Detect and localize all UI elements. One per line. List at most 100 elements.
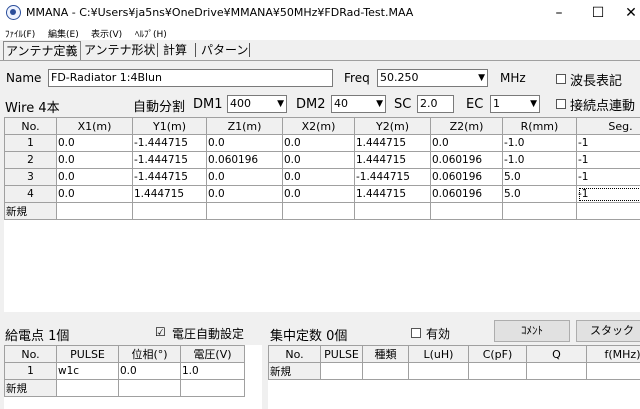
cell-x1[interactable]: 0.0 xyxy=(56,185,133,203)
freq-label: Freq xyxy=(344,71,370,85)
menu-file[interactable]: ﾌｧｲﾙ(F) xyxy=(5,27,35,40)
cell-seg[interactable]: -1 xyxy=(576,151,640,169)
cell-r[interactable]: -1.0 xyxy=(502,151,577,169)
tab-calculation[interactable]: 計算 xyxy=(161,41,189,59)
table-row[interactable]: 1 0.0 -1.444715 0.0 0.0 1.444715 0.0 -1.… xyxy=(4,134,640,152)
cell-z1[interactable]: 0.0 xyxy=(206,185,283,203)
enabled-checkbox[interactable] xyxy=(411,328,421,338)
empty-cell[interactable] xyxy=(430,202,503,220)
row-number[interactable]: 4 xyxy=(4,185,57,203)
cell-x2[interactable]: 0.0 xyxy=(282,134,355,152)
cell-x1[interactable]: 0.0 xyxy=(56,151,133,169)
cell-z1[interactable]: 0.0 xyxy=(206,134,283,152)
connect-checkbox[interactable] xyxy=(556,99,566,109)
new-row-label[interactable]: 新規 xyxy=(4,202,57,220)
cell-voltage[interactable]: 1.0 xyxy=(180,362,245,380)
table-row-new[interactable]: 新規 xyxy=(268,362,640,380)
sc-input[interactable]: 2.0 xyxy=(417,95,454,113)
cell-seg[interactable]: -1 xyxy=(576,134,640,152)
col-header: C(pF) xyxy=(468,345,527,363)
empty-cell[interactable] xyxy=(282,202,355,220)
empty-cell[interactable] xyxy=(362,362,409,380)
menu-bar: ﾌｧｲﾙ(F) 編集(E) 表示(V) ﾍﾙﾌﾟ(H) xyxy=(0,26,640,40)
empty-cell[interactable] xyxy=(56,202,133,220)
cell-x1[interactable]: 0.0 xyxy=(56,134,133,152)
cell-x2[interactable]: 0.0 xyxy=(282,151,355,169)
cell-z2[interactable]: 0.060196 xyxy=(430,185,503,203)
load-table: No. PULSE 種類 L(uH) C(pF) Q f(MHz) 新規 xyxy=(268,345,640,380)
cell-z1[interactable]: 0.060196 xyxy=(206,151,283,169)
cell-phase[interactable]: 0.0 xyxy=(118,362,181,380)
empty-cell[interactable] xyxy=(468,362,527,380)
empty-cell[interactable] xyxy=(320,362,363,380)
cell-x1[interactable]: 0.0 xyxy=(56,168,133,186)
tab-pattern[interactable]: パターン xyxy=(199,41,250,59)
cell-x2[interactable]: 0.0 xyxy=(282,185,355,203)
row-number[interactable]: 3 xyxy=(4,168,57,186)
table-row[interactable]: 3 0.0 -1.444715 0.0 0.0 -1.444715 0.0601… xyxy=(4,168,640,186)
cell-z2[interactable]: 0.0 xyxy=(430,134,503,152)
table-row[interactable]: 2 0.0 -1.444715 0.060196 0.0 1.444715 0.… xyxy=(4,151,640,169)
cell-z1[interactable]: 0.0 xyxy=(206,168,283,186)
dm1-value: 400 xyxy=(230,97,251,110)
cell-y1[interactable]: 1.444715 xyxy=(132,185,207,203)
empty-cell[interactable] xyxy=(132,202,207,220)
cell-y2[interactable]: -1.444715 xyxy=(354,168,431,186)
wavelength-checkbox[interactable] xyxy=(556,74,566,84)
name-input[interactable]: FD-Radiator 1:4Blun xyxy=(48,69,333,87)
empty-cell[interactable] xyxy=(586,362,640,380)
tab-antenna-definition[interactable]: アンテナ定義 xyxy=(3,41,81,60)
table-row-new[interactable]: 新規 xyxy=(4,379,245,397)
cell-r[interactable]: -1.0 xyxy=(502,134,577,152)
cell-r[interactable]: 5.0 xyxy=(502,185,577,203)
ec-combo[interactable]: 1 ▼ xyxy=(490,95,540,113)
cell-pulse[interactable]: w1c xyxy=(56,362,119,380)
empty-cell[interactable] xyxy=(56,379,119,397)
auto-voltage-check-icon[interactable]: ☑ xyxy=(155,325,166,339)
menu-view[interactable]: 表示(V) xyxy=(91,27,122,40)
cell-r[interactable]: 5.0 xyxy=(502,168,577,186)
close-button[interactable]: ✕ xyxy=(622,4,640,22)
freq-combo[interactable]: 50.250 ▼ xyxy=(377,69,488,87)
empty-cell[interactable] xyxy=(206,202,283,220)
empty-cell[interactable] xyxy=(354,202,431,220)
menu-help[interactable]: ﾍﾙﾌﾟ(H) xyxy=(135,27,167,40)
chevron-down-icon: ▼ xyxy=(478,73,485,83)
new-row-label[interactable]: 新規 xyxy=(268,362,321,380)
comment-button[interactable]: ｺﾒﾝﾄ xyxy=(494,320,570,342)
menu-edit[interactable]: 編集(E) xyxy=(48,27,79,40)
cell-seg[interactable]: -1 xyxy=(576,168,640,186)
minimize-button[interactable]: – xyxy=(550,4,568,22)
empty-cell[interactable] xyxy=(502,202,577,220)
cell-x2[interactable]: 0.0 xyxy=(282,168,355,186)
table-row-new[interactable]: 新規 xyxy=(4,202,640,220)
row-number[interactable]: 2 xyxy=(4,151,57,169)
table-row[interactable]: 4 0.0 1.444715 0.0 0.0 1.444715 0.060196… xyxy=(4,185,640,203)
empty-cell[interactable] xyxy=(408,362,469,380)
tab-divider xyxy=(0,60,640,61)
new-row-label[interactable]: 新規 xyxy=(4,379,57,397)
feed-table: No. PULSE 位相(°) 電圧(V) 1 w1c 0.0 1.0 新規 xyxy=(4,345,245,397)
maximize-button[interactable]: ☐ xyxy=(589,4,607,22)
empty-cell[interactable] xyxy=(576,202,640,220)
cell-y1[interactable]: -1.444715 xyxy=(132,168,207,186)
cell-z2[interactable]: 0.060196 xyxy=(430,151,503,169)
cell-y2[interactable]: 1.444715 xyxy=(354,151,431,169)
cell-seg[interactable]: -1 xyxy=(576,185,640,203)
cell-y2[interactable]: 1.444715 xyxy=(354,185,431,203)
dm2-combo[interactable]: 40 ▼ xyxy=(331,95,386,113)
cell-y1[interactable]: -1.444715 xyxy=(132,134,207,152)
empty-cell[interactable] xyxy=(118,379,181,397)
row-number[interactable]: 1 xyxy=(4,362,57,380)
row-number[interactable]: 1 xyxy=(4,134,57,152)
empty-cell[interactable] xyxy=(180,379,245,397)
cell-y2[interactable]: 1.444715 xyxy=(354,134,431,152)
cell-y1[interactable]: -1.444715 xyxy=(132,151,207,169)
cell-z2[interactable]: 0.060196 xyxy=(430,168,503,186)
empty-cell[interactable] xyxy=(526,362,587,380)
table-row[interactable]: 1 w1c 0.0 1.0 xyxy=(4,362,245,380)
stack-button[interactable]: スタック xyxy=(576,320,640,342)
tab-antenna-shape[interactable]: アンテナ形状 xyxy=(82,41,158,59)
dm1-combo[interactable]: 400 ▼ xyxy=(227,95,287,113)
col-header: No. xyxy=(268,345,321,363)
